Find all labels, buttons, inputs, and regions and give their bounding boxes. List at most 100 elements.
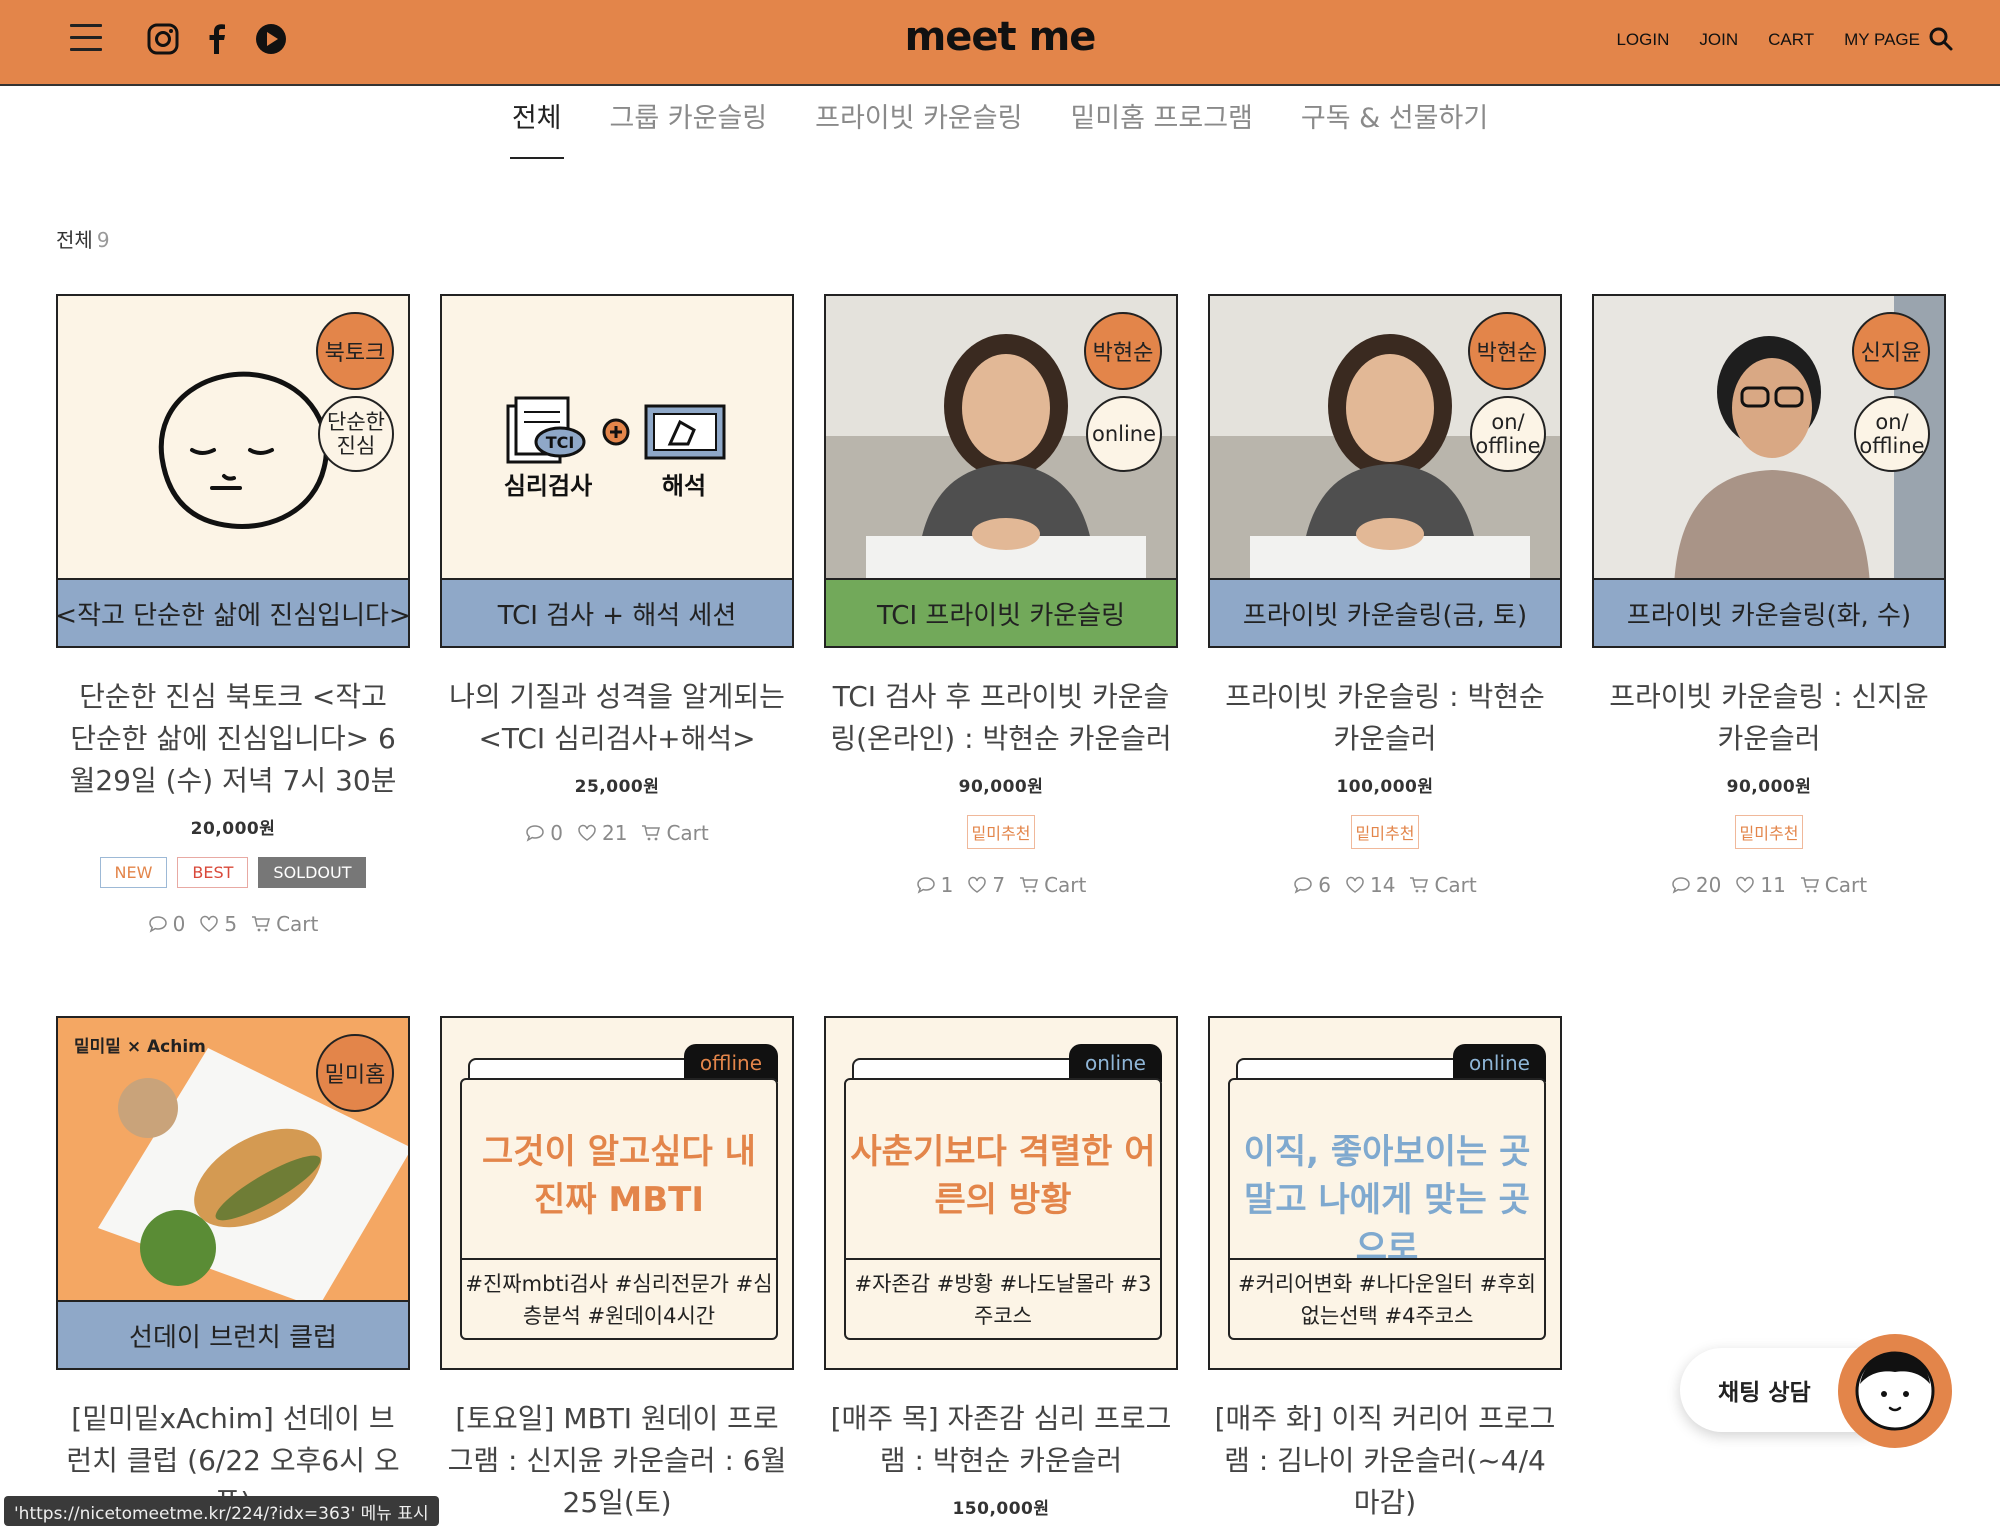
tab-all[interactable]: 전체 (509, 96, 564, 159)
comment-count[interactable]: 0 (148, 912, 185, 936)
thumbnail-banner: 프라이빗 카운슬링(화, 수) (1594, 578, 1944, 646)
join-link[interactable]: JOIN (1699, 30, 1738, 50)
product-meta: 6 14 Cart (1208, 873, 1562, 897)
product-thumbnail[interactable]: 밑미밑 × Achim 밑미홈 선데이 브런치 클럽 (56, 1016, 410, 1370)
like-count[interactable]: 11 (1735, 873, 1786, 897)
best-label: BEST (177, 857, 249, 888)
product-price: 90,000원 (958, 777, 1044, 797)
comment-value: 20 (1695, 873, 1722, 897)
tab-subscription-gift[interactable]: 구독 & 선물하기 (1299, 96, 1490, 159)
face-icon (1855, 1351, 1935, 1431)
product-title[interactable]: [매주 목] 자존감 심리 프로그램 : 박현순 카운슬러 (824, 1398, 1178, 1482)
product-thumbnail[interactable]: online 사춘기보다 격렬한 어른의 방황 #자존감 #방황 #나도날몰라 … (824, 1016, 1178, 1370)
cart-label: Cart (1044, 873, 1087, 897)
top-nav: LOGIN JOIN CART MY PAGE (1616, 30, 1920, 50)
like-count[interactable]: 5 (199, 912, 237, 936)
tab-group-counseling[interactable]: 그룹 카운슬링 (608, 96, 770, 159)
login-link[interactable]: LOGIN (1616, 30, 1669, 50)
like-count[interactable]: 21 (577, 821, 627, 845)
like-value: 5 (224, 912, 238, 936)
mode-badge: on/ offline (1470, 396, 1546, 472)
mode-tag: online (1452, 1044, 1546, 1082)
mode-tag: online (1068, 1044, 1162, 1082)
tab-meetme-home-program[interactable]: 밑미홈 프로그램 (1068, 96, 1254, 159)
product-card[interactable]: 북토크 단순한 진심 <작고 단순한 삶에 진심입니다> 단순한 진심 북토크 … (56, 294, 410, 936)
recommend-label: 밑미추천 (1350, 815, 1420, 849)
product-labels: 밑미추천 (1592, 815, 1946, 849)
add-to-cart[interactable]: Cart (1409, 873, 1477, 897)
thumbnail-banner: 선데이 브런치 클럽 (58, 1300, 408, 1368)
comment-icon (1672, 877, 1690, 894)
product-card[interactable]: 신지윤 on/ offline 프라이빗 카운슬링(화, 수) 프라이빗 카운슬… (1592, 294, 1946, 897)
logo-text[interactable]: meet me (905, 14, 1097, 60)
product-title[interactable]: 프라이빗 카운슬링 : 신지윤 카운슬러 (1592, 676, 1946, 760)
facebook-icon[interactable] (200, 22, 234, 56)
product-card[interactable]: 밑미밑 × Achim 밑미홈 선데이 브런치 클럽 [밑미밑xAchim] 선… (56, 1016, 410, 1524)
youtube-play-icon[interactable] (254, 22, 288, 56)
product-card[interactable]: TCI 심리검사 해석 TCI 검사 + 해석 세션 나의 기질과 성격을 알게… (440, 294, 794, 845)
like-value: 14 (1369, 873, 1396, 897)
like-count[interactable]: 7 (967, 873, 1005, 897)
product-labels: NEW BEST SOLDOUT (56, 857, 410, 888)
add-to-cart[interactable]: Cart (1019, 873, 1086, 897)
mode-badge: online (1086, 396, 1162, 472)
folder-illustration: 이직, 좋아보이는 곳 말고 나에게 맞는 곳으로 #커리어변화 #나다운일터 … (1228, 1078, 1546, 1340)
tab-private-counseling[interactable]: 프라이빗 카운슬링 (813, 96, 1024, 159)
product-meta: 20 11 Cart (1592, 873, 1946, 897)
product-card[interactable]: online 이직, 좋아보이는 곳 말고 나에게 맞는 곳으로 #커리어변화 … (1208, 1016, 1562, 1524)
product-thumbnail[interactable]: 박현순 online TCI 프라이빗 카운슬링 (824, 294, 1178, 648)
comment-count[interactable]: 6 (1293, 873, 1331, 897)
comment-value: 0 (550, 821, 563, 845)
product-meta: 0 21 Cart (440, 821, 794, 845)
cart-link[interactable]: CART (1768, 30, 1814, 50)
comment-count[interactable]: 0 (525, 821, 563, 845)
sub-badge: 단순한 진심 (318, 396, 394, 472)
product-thumbnail[interactable]: 북토크 단순한 진심 <작고 단순한 삶에 진심입니다> (56, 294, 410, 648)
comment-count[interactable]: 1 (916, 873, 953, 897)
cart-icon (1020, 877, 1039, 893)
menu-icon[interactable] (70, 24, 102, 52)
comment-count[interactable]: 20 (1671, 873, 1721, 897)
thumbnail-banner: TCI 프라이빗 카운슬링 (826, 578, 1176, 646)
product-thumbnail[interactable]: 신지윤 on/ offline 프라이빗 카운슬링(화, 수) (1592, 294, 1946, 648)
product-price: 150,000원 (952, 1499, 1050, 1519)
chat-consult-button[interactable]: 채팅 상담 (1680, 1334, 1952, 1448)
site-header: meet me LOGIN JOIN CART MY PAGE (0, 0, 2000, 86)
add-to-cart[interactable]: Cart (641, 821, 709, 845)
product-thumbnail[interactable]: online 이직, 좋아보이는 곳 말고 나에게 맞는 곳으로 #커리어변화 … (1208, 1016, 1562, 1370)
hashtags-text: #진짜mbti검사 #심리전문가 #심층분석 #원데이4시간 (465, 1272, 773, 1328)
comment-icon (1294, 877, 1313, 894)
add-to-cart[interactable]: Cart (251, 912, 318, 936)
product-card[interactable]: offline 그것이 알고싶다 내 진짜 MBTI #진짜mbti검사 #심리… (440, 1016, 794, 1524)
headline-text: 그것이 알고싶다 내 진짜 MBTI (482, 1132, 756, 1220)
heart-icon (578, 824, 596, 841)
product-card[interactable]: 박현순 online TCI 프라이빗 카운슬링 TCI 검사 후 프라이빗 카… (824, 294, 1178, 897)
product-meta: 0 5 Cart (56, 912, 410, 936)
cart-icon (642, 825, 661, 841)
add-to-cart[interactable]: Cart (1800, 873, 1867, 897)
new-label: NEW (99, 857, 168, 888)
product-thumbnail[interactable]: offline 그것이 알고싶다 내 진짜 MBTI #진짜mbti검사 #심리… (440, 1016, 794, 1370)
my-page-link[interactable]: MY PAGE (1844, 30, 1920, 50)
like-value: 21 (601, 821, 628, 845)
counselor-badge: 신지윤 (1852, 312, 1930, 390)
product-title[interactable]: 프라이빗 카운슬링 : 박현순 카운슬러 (1208, 676, 1562, 760)
instagram-icon[interactable] (146, 22, 180, 56)
product-title[interactable]: [매주 화] 이직 커리어 프로그램 : 김나이 카운슬러(~4/4마감) (1208, 1398, 1562, 1524)
product-thumbnail[interactable]: TCI 심리검사 해석 TCI 검사 + 해석 세션 (440, 294, 794, 648)
browser-status-url: 'https://nicetomeetme.kr/224/?idx=363' 메… (4, 1496, 439, 1526)
product-title[interactable]: 단순한 진심 북토크 <작고 단순한 삶에 진심입니다> 6월29일 (수) 저… (56, 676, 410, 802)
search-icon[interactable] (1928, 26, 1954, 52)
heart-icon (1736, 876, 1755, 893)
product-card[interactable]: online 사춘기보다 격렬한 어른의 방황 #자존감 #방황 #나도날몰라 … (824, 1016, 1178, 1519)
comment-icon (526, 825, 545, 842)
product-thumbnail[interactable]: 박현순 on/ offline 프라이빗 카운슬링(금, 토) (1208, 294, 1562, 648)
product-title[interactable]: 나의 기질과 성격을 알게되는 <TCI 심리검사+해석> (440, 676, 794, 760)
hashtags-text: #커리어변화 #나다운일터 #후회없는선택 #4주코스 (1238, 1272, 1536, 1328)
counselor-badge: 박현순 (1468, 312, 1546, 390)
product-title[interactable]: TCI 검사 후 프라이빗 카운슬링(온라인) : 박현순 카운슬러 (824, 676, 1178, 760)
product-card[interactable]: 박현순 on/ offline 프라이빗 카운슬링(금, 토) 프라이빗 카운슬… (1208, 294, 1562, 897)
product-title[interactable]: [토요일] MBTI 원데이 프로그램 : 신지윤 카운슬러 : 6월 25일(… (440, 1398, 794, 1524)
brand-text: 밑미밑 × Achim (74, 1037, 206, 1057)
like-count[interactable]: 14 (1345, 873, 1395, 897)
